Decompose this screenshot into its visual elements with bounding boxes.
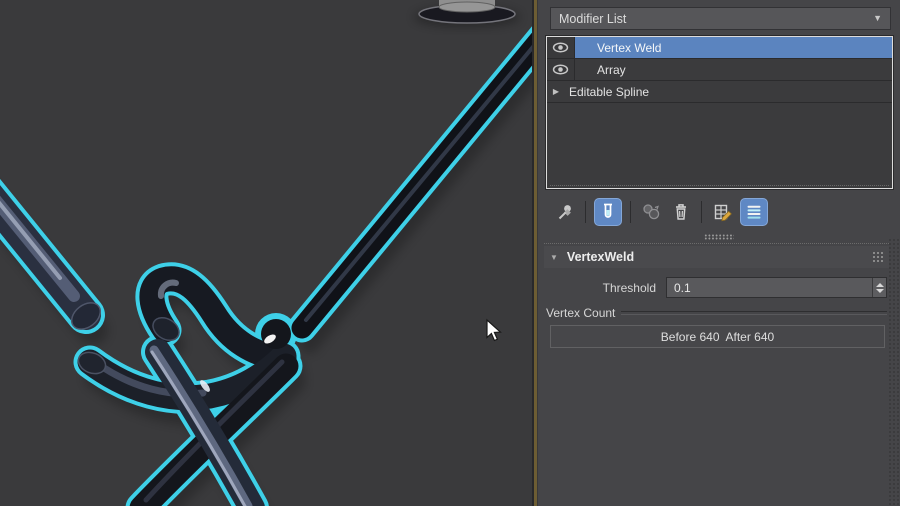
threshold-row: Threshold 0.1 <box>544 277 889 298</box>
grid-handle-icon[interactable] <box>873 252 883 262</box>
cylinder-object <box>414 0 520 27</box>
stack-row-vertex-weld[interactable]: Vertex Weld <box>547 37 892 59</box>
grid-pencil-icon <box>712 202 733 223</box>
modifier-sets-list-button[interactable] <box>740 198 768 226</box>
rollout-title: VertexWeld <box>567 250 634 264</box>
vertex-count-label: Vertex Count <box>546 306 615 320</box>
stack-bottom-dots <box>550 185 889 186</box>
pin-stack-button[interactable] <box>553 199 577 225</box>
threshold-label: Threshold <box>544 281 666 295</box>
stack-row-label: Vertex Weld <box>575 37 892 58</box>
scene-3d <box>0 0 532 506</box>
threshold-value[interactable]: 0.1 <box>667 278 872 297</box>
modifier-list-dropdown[interactable]: Modifier List ▼ <box>550 7 891 30</box>
splitter-grip-icon[interactable] <box>704 234 734 240</box>
modifier-stack: Vertex Weld Array ▶ Editable Spline <box>546 36 893 189</box>
stack-row-editable-spline[interactable]: ▶ Editable Spline <box>547 81 892 103</box>
stack-row-label: Editable Spline <box>565 81 892 102</box>
command-panel: Modifier List ▼ Vertex Weld Array ▶ Edit… <box>537 0 900 506</box>
viewport[interactable] <box>0 0 532 506</box>
threshold-field[interactable]: 0.1 <box>666 277 887 298</box>
list-lines-icon <box>744 202 764 222</box>
toolbar-separator <box>701 201 702 223</box>
triangle-right-icon[interactable]: ▶ <box>547 81 565 102</box>
remove-modifier-button[interactable] <box>669 199 693 225</box>
toolbar-separator <box>585 201 586 223</box>
triangle-down-icon: ▼ <box>550 253 558 262</box>
rollout-header[interactable]: ▼ VertexWeld <box>544 246 889 268</box>
linked-spheres-icon <box>640 201 662 223</box>
vertex-count-group: Vertex Count <box>544 306 889 320</box>
vertex-count-text: Before 640 After 640 <box>661 330 774 344</box>
spline-tubes <box>0 20 532 506</box>
vertex-count-readout: Before 640 After 640 <box>550 325 885 348</box>
panel-splitter[interactable] <box>538 232 900 241</box>
test-tube-icon <box>598 202 618 222</box>
show-end-result-button[interactable] <box>594 198 622 226</box>
eye-icon[interactable] <box>547 59 575 80</box>
tube-shadows <box>0 35 532 506</box>
trash-icon <box>671 202 691 222</box>
pushpin-icon <box>555 202 575 222</box>
configure-modifier-sets-button[interactable] <box>710 199 734 225</box>
spinner-down-icon[interactable] <box>876 289 884 293</box>
eye-icon[interactable] <box>547 37 575 58</box>
stack-row-label: Array <box>575 59 892 80</box>
stack-row-array[interactable]: Array <box>547 59 892 81</box>
make-unique-button[interactable] <box>639 199 663 225</box>
vertexweld-rollout: ▼ VertexWeld Threshold 0.1 <box>544 243 889 348</box>
toolbar-separator <box>630 201 631 223</box>
threshold-spinner[interactable] <box>872 278 886 297</box>
modifier-list-label: Modifier List <box>559 12 626 26</box>
chevron-down-icon: ▼ <box>873 14 882 23</box>
selection-outline <box>0 20 532 506</box>
arrow-cursor-icon <box>487 320 500 341</box>
group-rule <box>621 311 887 315</box>
spinner-up-icon[interactable] <box>876 283 884 287</box>
scroll-gutter[interactable] <box>888 238 900 506</box>
3dsmax-window: Modifier List ▼ Vertex Weld Array ▶ Edit… <box>0 0 900 506</box>
stack-toolbar <box>550 196 771 228</box>
